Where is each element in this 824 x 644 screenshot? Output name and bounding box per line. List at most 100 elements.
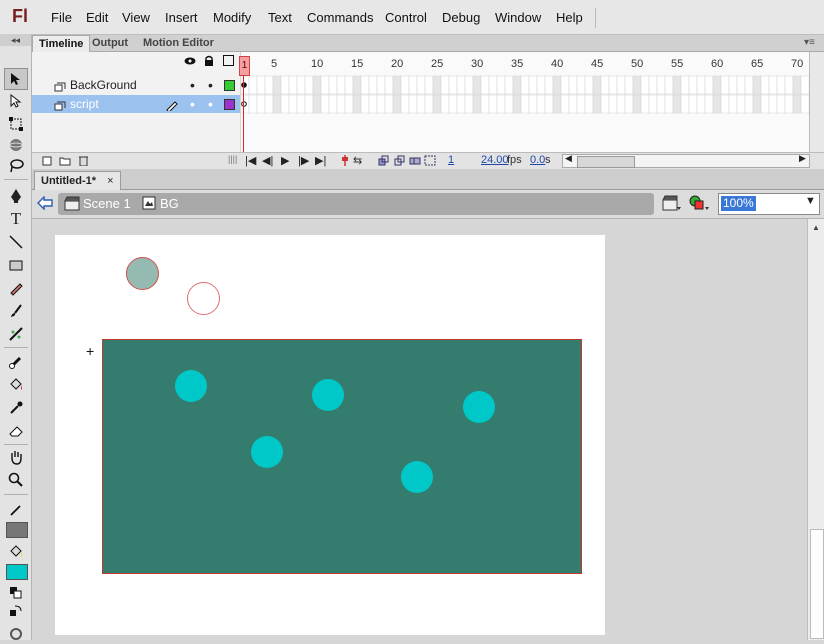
panel-menu-icon[interactable]: ▾≡ (804, 37, 815, 48)
frames-hscrollbar[interactable]: ◀ ▶ (562, 153, 810, 168)
last-frame-icon[interactable]: ▶| (315, 154, 326, 167)
subselection-tool-icon[interactable] (5, 91, 27, 111)
fps-value[interactable]: 24.00 (481, 154, 509, 166)
scroll-left-icon[interactable]: ◀ (565, 153, 572, 164)
zoom-select[interactable]: 100% ▼ (718, 193, 820, 215)
text-tool-icon[interactable]: T (5, 209, 27, 229)
empty-circle-symbol[interactable] (187, 282, 220, 315)
breadcrumb-scene[interactable]: Scene 1 (83, 196, 131, 211)
loop-icon[interactable]: ⇆ (353, 154, 362, 167)
menu-control[interactable]: Control (385, 10, 427, 25)
menu-view[interactable]: View (122, 10, 150, 25)
edit-symbols-icon[interactable] (689, 194, 711, 215)
selection-tool-icon[interactable] (4, 68, 28, 90)
play-icon[interactable]: ▶ (281, 154, 289, 167)
layer-color-swatch[interactable] (224, 99, 235, 110)
menu-modify[interactable]: Modify (213, 10, 251, 25)
layer-row-background[interactable]: BackGround • • (32, 76, 240, 94)
scroll-right-icon[interactable]: ▶ (799, 153, 806, 164)
cyan-dot[interactable] (401, 461, 433, 493)
onion-skin-outlines-icon[interactable] (394, 155, 406, 169)
outline-icon[interactable] (223, 55, 234, 66)
resize-grip-icon[interactable]: |||| (228, 154, 237, 164)
new-folder-icon[interactable] (59, 155, 71, 169)
hand-tool-icon[interactable] (5, 447, 27, 467)
visible-dot[interactable]: • (190, 76, 195, 94)
document-tab[interactable]: Untitled-1* × (34, 171, 121, 190)
free-transform-tool-icon[interactable] (5, 114, 27, 134)
timeline-scrollbar[interactable] (809, 52, 824, 152)
layer-color-swatch[interactable] (224, 80, 235, 91)
cyan-dot[interactable] (312, 379, 344, 411)
elapsed-time-value[interactable]: 0.0 (530, 154, 545, 166)
vscroll-thumb[interactable] (810, 529, 824, 639)
pen-tool-icon[interactable] (5, 186, 27, 206)
scroll-up-icon[interactable]: ▲ (812, 223, 820, 232)
first-frame-icon[interactable]: |◀ (245, 154, 256, 167)
collapse-icon[interactable]: ◂◂ (0, 34, 31, 46)
playhead[interactable]: 1 (239, 56, 250, 76)
tab-output[interactable]: Output (86, 35, 134, 51)
center-frame-icon[interactable] (340, 155, 350, 169)
lock-icon[interactable] (204, 55, 214, 69)
gray-circle-symbol[interactable] (126, 257, 159, 290)
menu-file[interactable]: File (51, 10, 72, 25)
brush-tool-icon[interactable] (5, 301, 27, 321)
deco-tool-icon[interactable] (5, 324, 27, 344)
eyedropper-tool-icon[interactable] (5, 398, 27, 418)
tab-motion-editor[interactable]: Motion Editor (137, 35, 220, 51)
eraser-tool-icon[interactable] (5, 421, 27, 441)
modify-onion-markers-icon[interactable] (424, 155, 436, 169)
fill-color-icon[interactable] (5, 542, 27, 562)
close-icon[interactable]: × (107, 175, 113, 187)
menu-debug[interactable]: Debug (442, 10, 480, 25)
unlocked-dot[interactable]: • (208, 76, 213, 94)
new-layer-icon[interactable] (42, 155, 53, 169)
zoom-value[interactable]: 100% (721, 196, 756, 211)
pencil-tool-icon[interactable] (5, 278, 27, 298)
swap-colors-icon[interactable] (5, 604, 27, 618)
step-back-icon[interactable]: ◀| (262, 154, 273, 167)
stroke-color-icon[interactable] (5, 500, 27, 520)
menu-edit[interactable]: Edit (86, 10, 108, 25)
tab-timeline[interactable]: Timeline (32, 35, 91, 52)
frame-cell (280, 75, 290, 95)
paint-bucket-tool-icon[interactable] (5, 375, 27, 395)
chevron-down-icon[interactable]: ▼ (805, 195, 816, 207)
stroke-color-swatch[interactable] (6, 522, 28, 538)
menu-help[interactable]: Help (556, 10, 583, 25)
cyan-dot[interactable] (175, 370, 207, 402)
snap-to-objects-icon[interactable] (5, 624, 27, 644)
lasso-tool-icon[interactable] (5, 156, 27, 176)
show-hide-icon[interactable] (184, 55, 196, 69)
step-forward-icon[interactable]: |▶ (298, 154, 309, 167)
current-frame-value[interactable]: 1 (448, 154, 454, 166)
back-arrow-icon[interactable] (37, 195, 53, 213)
menu-window[interactable]: Window (495, 10, 541, 25)
cyan-dot[interactable] (251, 436, 283, 468)
stage-vscrollbar[interactable]: ▲ (807, 219, 824, 640)
menu-insert[interactable]: Insert (165, 10, 198, 25)
hscroll-thumb[interactable] (577, 156, 635, 168)
3d-rotation-tool-icon[interactable] (5, 135, 27, 155)
delete-icon[interactable] (78, 155, 89, 169)
cyan-dot[interactable] (463, 391, 495, 423)
zoom-tool-icon[interactable] (5, 470, 27, 490)
onion-skin-icon[interactable] (378, 155, 390, 169)
visible-dot[interactable]: • (190, 95, 195, 113)
menu-text[interactable]: Text (268, 10, 292, 25)
frames-grid[interactable]: 5 10 15 20 25 30 35 40 45 50 55 60 65 70 (241, 52, 809, 152)
unlocked-dot[interactable]: • (208, 95, 213, 113)
black-white-icon[interactable] (5, 586, 27, 600)
breadcrumb-symbol[interactable]: BG (160, 196, 179, 211)
edit-scene-icon[interactable] (662, 194, 682, 215)
bone-tool-icon[interactable] (5, 352, 27, 372)
rectangle-tool-icon[interactable] (5, 255, 27, 275)
line-tool-icon[interactable] (5, 232, 27, 252)
menu-commands[interactable]: Commands (307, 10, 373, 25)
frame-cells[interactable] (241, 52, 809, 152)
layer-row-script[interactable]: script • • (32, 95, 240, 113)
fill-color-swatch[interactable] (6, 564, 28, 580)
background-rectangle[interactable] (102, 339, 582, 574)
edit-multiple-frames-icon[interactable] (409, 155, 421, 169)
